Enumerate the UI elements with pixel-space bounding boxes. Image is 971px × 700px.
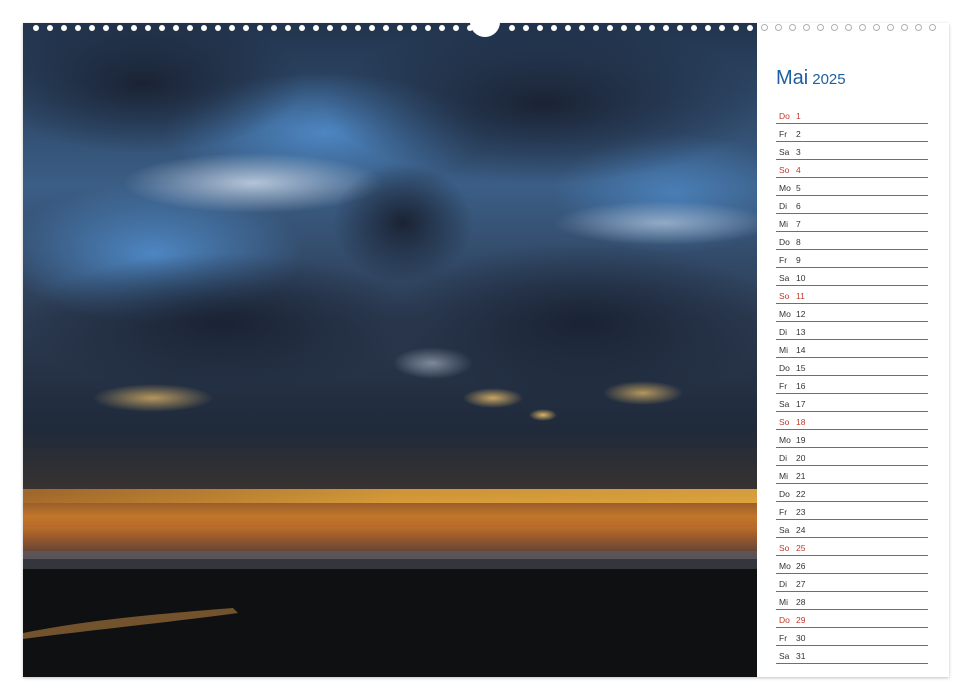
day-row: Mo 26 — [776, 556, 928, 574]
weekday-label: Mi — [779, 219, 788, 229]
weekday-label: Mi — [779, 597, 788, 607]
weekday-label: Do — [779, 615, 790, 625]
weekday-label: Fr — [779, 507, 788, 517]
day-row: So 11 — [776, 286, 928, 304]
weekday-label: Sa — [779, 147, 790, 157]
day-number: 15 — [796, 363, 806, 373]
month-title: Mai 2025 — [776, 64, 928, 92]
day-number: 11 — [796, 291, 805, 301]
day-row: Mo 19 — [776, 430, 928, 448]
day-number: 22 — [796, 489, 806, 499]
weekday-label: Sa — [779, 273, 790, 283]
day-row: Fr 2 — [776, 124, 928, 142]
day-row: Do 29 — [776, 610, 928, 628]
day-row: Di 20 — [776, 448, 928, 466]
day-number: 3 — [796, 147, 801, 157]
day-row: Di 13 — [776, 322, 928, 340]
day-row: Fr 9 — [776, 250, 928, 268]
weekday-label: Do — [779, 111, 790, 121]
day-row: Mi 7 — [776, 214, 928, 232]
weekday-label: Do — [779, 489, 790, 499]
day-row: Sa 10 — [776, 268, 928, 286]
day-number: 12 — [796, 309, 806, 319]
weekday-label: Fr — [779, 381, 788, 391]
weekday-label: Sa — [779, 651, 790, 661]
weekday-label: Di — [779, 453, 788, 463]
day-row: Do 1 — [776, 106, 928, 124]
day-row: Mo 5 — [776, 178, 928, 196]
day-list: Do 1 Fr 2 Sa 3 So 4 Mo 5 Di 6 Mi 7 Do 8 Fr 9 Sa 10 So 11 Mo 12 D… — [776, 106, 928, 664]
day-number: 17 — [796, 399, 806, 409]
day-number: 16 — [796, 381, 806, 391]
weekday-label: Fr — [779, 633, 788, 643]
day-number: 20 — [796, 453, 806, 463]
day-number: 31 — [796, 651, 806, 661]
weekday-label: Mi — [779, 345, 788, 355]
day-row: So 25 — [776, 538, 928, 556]
day-row: Sa 24 — [776, 520, 928, 538]
day-row: Do 8 — [776, 232, 928, 250]
month-name: Mai — [776, 67, 809, 89]
day-number: 4 — [796, 165, 801, 175]
weekday-label: Di — [779, 579, 788, 589]
day-number: 2 — [796, 129, 801, 139]
day-row: Mi 14 — [776, 340, 928, 358]
day-number: 29 — [796, 615, 806, 625]
day-number: 19 — [796, 435, 806, 445]
day-row: Do 15 — [776, 358, 928, 376]
day-number: 8 — [796, 237, 801, 247]
weekday-label: Mo — [779, 435, 791, 445]
year: 2025 — [812, 71, 846, 88]
day-row: Fr 30 — [776, 628, 928, 646]
weekday-label: So — [779, 417, 790, 427]
weekday-label: Sa — [779, 399, 790, 409]
weekday-label: Mi — [779, 471, 788, 481]
day-number: 6 — [796, 201, 801, 211]
weekday-label: Fr — [779, 255, 788, 265]
day-row: Sa 3 — [776, 142, 928, 160]
day-number: 13 — [796, 327, 806, 337]
day-row: Mi 21 — [776, 466, 928, 484]
weekday-label: Mo — [779, 183, 791, 193]
day-number: 30 — [796, 633, 806, 643]
day-row: Mi 28 — [776, 592, 928, 610]
sunset-photo — [23, 23, 757, 677]
weekday-label: So — [779, 543, 790, 553]
weekday-label: So — [779, 291, 790, 301]
day-row: So 18 — [776, 412, 928, 430]
day-number: 7 — [796, 219, 801, 229]
day-row: Fr 16 — [776, 376, 928, 394]
weekday-label: Do — [779, 237, 790, 247]
day-number: 27 — [796, 579, 806, 589]
day-number: 23 — [796, 507, 806, 517]
day-row: Di 27 — [776, 574, 928, 592]
weekday-label: Do — [779, 363, 790, 373]
day-number: 1 — [796, 111, 801, 121]
day-number: 26 — [796, 561, 806, 571]
weekday-label: Fr — [779, 129, 788, 139]
day-row: Mo 12 — [776, 304, 928, 322]
weekday-label: Mo — [779, 309, 791, 319]
weekday-label: Sa — [779, 525, 790, 535]
day-row: Di 6 — [776, 196, 928, 214]
day-row: Do 22 — [776, 484, 928, 502]
day-row: So 4 — [776, 160, 928, 178]
month-calendar: Mai 2025 Do 1 Fr 2 Sa 3 So 4 Mo 5 Di 6 Mi 7 Do 8 Fr 9 Sa 10 S… — [776, 64, 928, 664]
day-number: 18 — [796, 417, 806, 427]
day-number: 24 — [796, 525, 806, 535]
day-number: 25 — [796, 543, 806, 553]
day-number: 14 — [796, 345, 806, 355]
weekday-label: Di — [779, 201, 788, 211]
weekday-label: Di — [779, 327, 788, 337]
day-number: 10 — [796, 273, 806, 283]
day-row: Sa 31 — [776, 646, 928, 664]
day-number: 21 — [796, 471, 806, 481]
day-number: 9 — [796, 255, 801, 265]
day-row: Sa 17 — [776, 394, 928, 412]
weekday-label: So — [779, 165, 790, 175]
day-number: 28 — [796, 597, 806, 607]
day-row: Fr 23 — [776, 502, 928, 520]
weekday-label: Mo — [779, 561, 791, 571]
day-number: 5 — [796, 183, 801, 193]
